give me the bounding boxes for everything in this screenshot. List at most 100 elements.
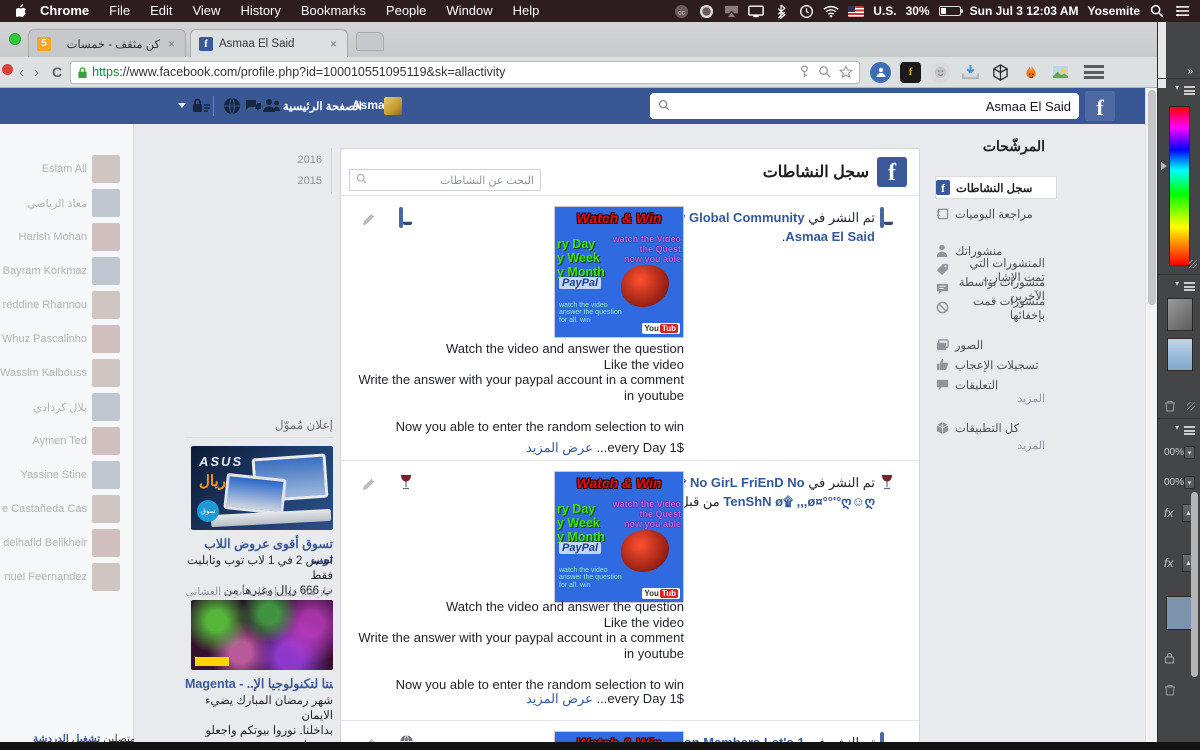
menu-view[interactable]: View — [182, 0, 230, 22]
filters-more-link[interactable]: المزيد — [1017, 392, 1045, 405]
chat-contact[interactable]: reddine Rhannou — [0, 291, 134, 319]
notification-center-icon[interactable] — [1174, 3, 1190, 19]
facebook-search-bar[interactable]: Asmaa El Said — [650, 93, 1079, 119]
scrollbar-thumb[interactable] — [1148, 90, 1156, 305]
chat-contact[interactable]: e Castañeda Cas — [0, 495, 134, 523]
see-more-link[interactable]: عرض المزيد — [526, 440, 593, 455]
browser-scrollbar[interactable] — [1145, 88, 1157, 750]
nav-profile-avatar[interactable] — [384, 97, 402, 115]
filter-likes[interactable]: تسجيلات الإعجاب — [935, 355, 1057, 374]
input-source-label[interactable]: U.S. — [873, 4, 896, 18]
chat-contact[interactable]: Aymen Ted — [0, 427, 134, 455]
extension-photo-icon[interactable] — [1050, 62, 1071, 83]
post-thumbnail[interactable]: Watch & Win ry Day y Week y Month watch … — [554, 206, 684, 338]
pattern-swatch[interactable] — [1167, 338, 1193, 371]
ad-title-link[interactable]: Magenta - ..ماجينتا لتكنولوجيا الإ — [185, 676, 333, 691]
apple-icon[interactable] — [14, 3, 30, 19]
menu-file[interactable]: File — [99, 0, 140, 22]
extension-gold-f-icon[interactable]: f — [900, 61, 922, 83]
zoom-icon[interactable] — [818, 65, 831, 78]
edit-pencil-icon[interactable] — [361, 212, 377, 228]
chat-contact[interactable]: Bayram Korkmaz — [0, 257, 134, 285]
filter-all-apps[interactable]: كل التطبيقات — [935, 418, 1057, 437]
extension-smiley-icon[interactable] — [930, 61, 952, 83]
resize-grip[interactable] — [1187, 402, 1195, 410]
account-caret-icon[interactable] — [178, 103, 186, 108]
new-tab-button[interactable] — [356, 32, 384, 51]
menubar-clock[interactable]: Sun Jul 3 12:03 AM — [970, 4, 1079, 18]
spotlight-icon[interactable] — [1149, 3, 1165, 19]
chat-contact[interactable]: بلال كردادي — [0, 393, 134, 421]
lock-icon[interactable] — [1164, 652, 1175, 664]
tab-close-icon[interactable]: × — [166, 37, 177, 51]
gradient-swatch[interactable] — [1167, 298, 1193, 331]
spectrum-slider[interactable] — [1161, 162, 1167, 170]
trash-icon[interactable] — [1164, 684, 1176, 696]
forward-button[interactable]: › — [29, 64, 44, 81]
expand-panel-icon[interactable]: » — [1187, 66, 1192, 77]
trash-icon[interactable] — [1164, 400, 1176, 412]
bookmark-star-icon[interactable] — [839, 65, 854, 79]
audience-group-icon[interactable] — [399, 207, 416, 228]
tab-khamsat[interactable]: 5 كن مثقف - خمسات × — [28, 29, 186, 57]
year-2016[interactable]: 2016 — [288, 150, 322, 171]
filter-activity-log[interactable]: سجل النشاطات f — [935, 176, 1057, 199]
filter-timeline-review[interactable]: مراجعة اليوميات — [935, 204, 1057, 223]
menu-bookmarks[interactable]: Bookmarks — [291, 0, 376, 22]
privacy-shortcuts-icon[interactable] — [191, 96, 211, 116]
extension-cube-icon[interactable] — [990, 62, 1011, 83]
post-thumbnail[interactable]: Watch & Win ry Day y Week y Month watch … — [554, 471, 684, 603]
messages-icon[interactable] — [243, 96, 263, 116]
menu-people[interactable]: People — [376, 0, 436, 22]
resize-grip[interactable] — [1189, 260, 1197, 268]
friend-requests-icon[interactable] — [262, 96, 282, 116]
dropdown-icon[interactable]: ▾ — [1184, 446, 1195, 459]
airplay-icon[interactable] — [723, 3, 739, 19]
creative-cloud-icon[interactable]: cc — [673, 3, 689, 19]
battery-icon[interactable] — [938, 6, 963, 16]
panel-menu-icon[interactable] — [1175, 279, 1195, 292]
dropdown-icon[interactable]: ▾ — [1184, 476, 1195, 489]
edit-pencil-icon[interactable] — [361, 477, 377, 493]
panel-menu-icon[interactable] — [1175, 83, 1195, 96]
key-icon[interactable] — [799, 65, 810, 78]
color-swatch[interactable] — [1166, 596, 1192, 630]
nav-home-link[interactable]: الصفحة الرئيسية — [283, 99, 362, 113]
sphere-icon[interactable] — [698, 3, 714, 19]
display-icon[interactable] — [748, 3, 765, 19]
window-zoom-button[interactable] — [9, 33, 21, 45]
chat-contact[interactable]: Wassim Kalboussi — [0, 359, 134, 387]
bluetooth-icon[interactable] — [773, 3, 789, 19]
reload-button[interactable]: C — [52, 64, 62, 80]
extension-flame-icon[interactable] — [1020, 62, 1041, 83]
tab-close-icon[interactable]: × — [328, 37, 339, 51]
menubar-app-name[interactable]: Chrome — [30, 0, 99, 22]
tab-facebook[interactable]: f Asmaa El Said × — [190, 29, 348, 57]
wifi-icon[interactable] — [823, 3, 839, 19]
menu-help[interactable]: Help — [503, 0, 550, 22]
filter-hidden-posts[interactable]: منشورات قمت بإخفائها — [935, 296, 1057, 322]
menubar-user[interactable]: Yosemite — [1088, 4, 1140, 18]
menu-window[interactable]: Window — [436, 0, 502, 22]
chat-contact[interactable]: Whuz Pascalinho — [0, 325, 134, 353]
back-button[interactable]: ‹ — [14, 64, 29, 81]
color-spectrum-bar[interactable] — [1169, 106, 1190, 266]
facebook-home-logo[interactable]: f — [1085, 91, 1115, 121]
address-bar[interactable]: https://www.facebook.com/profile.php?id=… — [70, 60, 861, 84]
ad-asus-image[interactable]: ASUS 666 ريال سوق — [191, 446, 333, 530]
extension-download-icon[interactable] — [960, 62, 981, 83]
ad-magenta-image[interactable] — [191, 600, 333, 670]
notifications-globe-icon[interactable] — [222, 96, 242, 116]
menu-edit[interactable]: Edit — [140, 0, 182, 22]
chat-contact[interactable]: nuel Feernandez — [0, 563, 134, 591]
activity-search-box[interactable]: البحث عن النشاطات — [349, 169, 541, 191]
chrome-menu-icon[interactable] — [1084, 65, 1105, 79]
menu-history[interactable]: History — [230, 0, 290, 22]
window-close-button[interactable] — [2, 64, 13, 75]
chat-contact[interactable]: Eslam Ali — [0, 155, 134, 183]
filters-more-link[interactable]: المزيد — [1017, 439, 1045, 452]
chat-contact[interactable]: معاذ الرياضي — [0, 189, 134, 217]
chat-contact[interactable]: Harish Mohan — [0, 223, 134, 251]
see-more-link[interactable]: عرض المزيد — [526, 691, 593, 706]
time-machine-icon[interactable] — [798, 3, 814, 19]
